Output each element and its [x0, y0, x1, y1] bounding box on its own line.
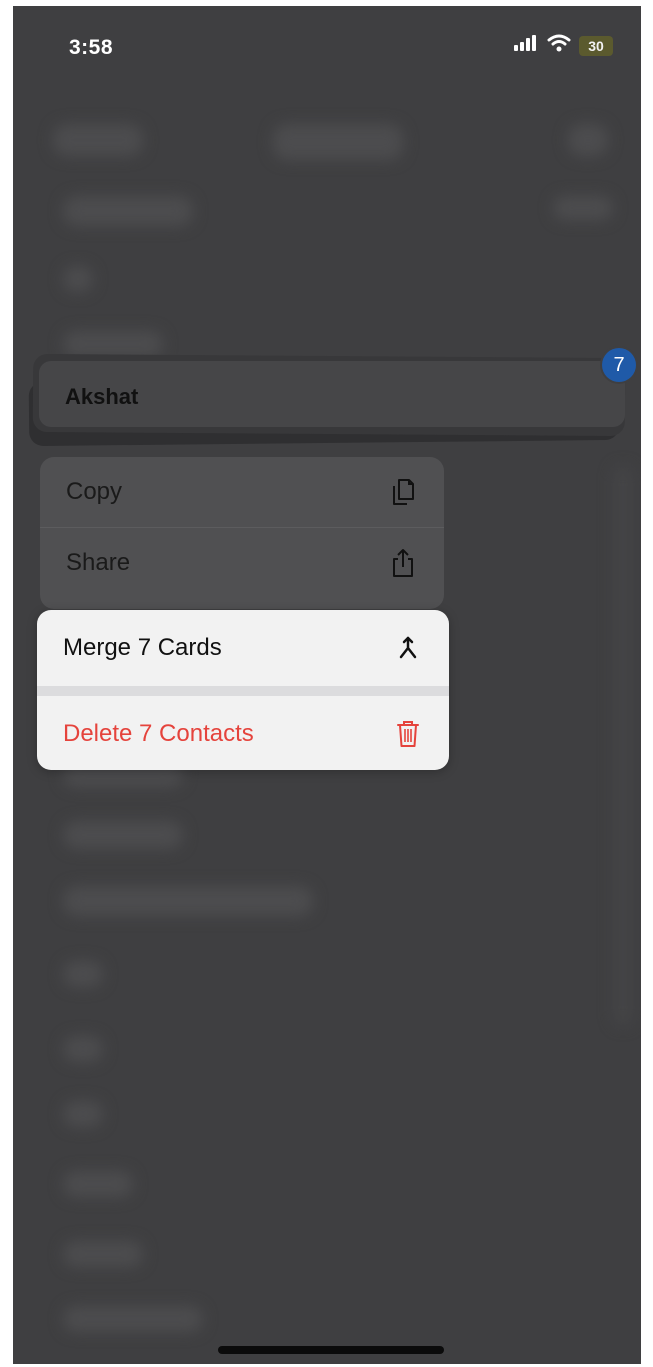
- share-icon: [388, 548, 418, 578]
- contact-name: Akshat: [65, 384, 139, 409]
- blurred-row: [63, 1101, 103, 1127]
- trash-icon: [393, 719, 423, 749]
- blurred-nav-right: [568, 124, 608, 156]
- menu-item-delete[interactable]: Delete 7 Contacts: [37, 696, 449, 770]
- menu-item-label: Copy: [66, 478, 123, 505]
- menu-item-copy[interactable]: Copy: [40, 457, 444, 527]
- blurred-nav-left: [53, 124, 143, 156]
- blurred-row: [63, 331, 163, 357]
- selected-count-badge: 7: [602, 348, 636, 382]
- menu-item-share[interactable]: Share: [40, 527, 444, 597]
- wifi-icon: [547, 34, 571, 57]
- blurred-row: [63, 1171, 133, 1197]
- blurred-row: [63, 266, 93, 292]
- context-menu-highlighted: Merge 7 Cards Delete 7 Contacts: [37, 610, 449, 770]
- menu-item-merge[interactable]: Merge 7 Cards: [37, 610, 449, 686]
- blurred-row: [63, 1036, 103, 1062]
- blurred-row: [63, 1306, 203, 1332]
- contact-card[interactable]: Akshat: [39, 361, 625, 427]
- blurred-nav-title: [273, 124, 403, 160]
- status-time: 3:58: [69, 36, 114, 59]
- status-icons: 30: [513, 34, 613, 57]
- blurred-row: [63, 196, 193, 226]
- blurred-row: [63, 961, 103, 987]
- blurred-row: [63, 1241, 143, 1267]
- blurred-row: [63, 886, 313, 916]
- battery-icon: 30: [579, 35, 613, 56]
- signal-icon: [513, 34, 539, 57]
- blurred-row: [553, 196, 613, 220]
- copy-icon: [388, 477, 418, 507]
- blurred-index-bar: [613, 466, 633, 1026]
- menu-item-label: Share: [66, 548, 131, 576]
- home-indicator[interactable]: [218, 1346, 444, 1354]
- merge-label: Merge 7 Cards: [63, 634, 222, 661]
- phone-screen: 3:58 30 Akshat 7 Copy Share Merge 7 Card…: [13, 6, 641, 1364]
- context-menu-dimmed: Copy Share: [40, 457, 444, 609]
- merge-icon: [393, 633, 423, 663]
- menu-separator: [37, 686, 449, 696]
- delete-label: Delete 7 Contacts: [63, 720, 254, 747]
- blurred-row: [63, 821, 183, 849]
